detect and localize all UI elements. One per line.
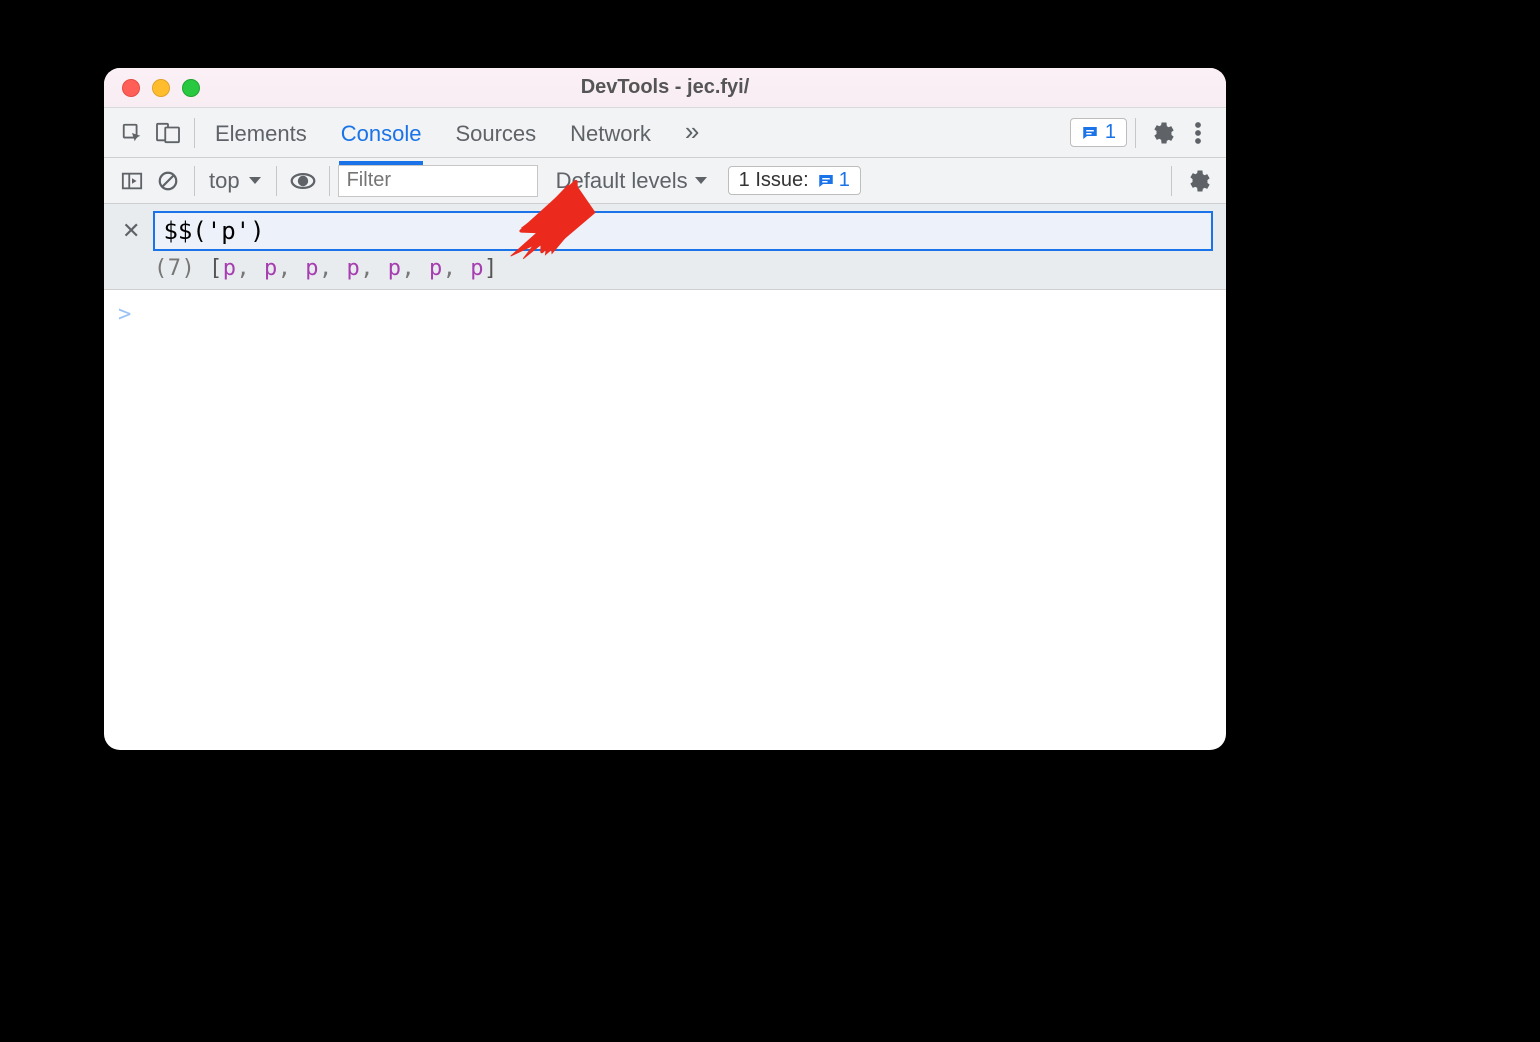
close-icon[interactable]: ✕ [118,220,144,242]
toggle-sidebar-icon[interactable] [114,163,150,199]
tab-console[interactable]: Console [339,111,424,155]
clear-console-icon[interactable] [150,163,186,199]
divider [276,166,277,196]
chevron-down-icon [694,176,708,186]
message-icon [817,172,835,190]
execution-context-selector[interactable]: top [203,168,268,194]
log-levels-selector[interactable]: Default levels [556,168,708,194]
settings-icon[interactable] [1144,115,1180,151]
levels-label: Default levels [556,168,688,194]
main-toolbar: Elements Console Sources Network » 1 [104,108,1226,158]
live-expression-result: (7) [p, p, p, p, p, p, p] [154,256,1212,281]
live-expression-row: ✕ (7) [p, p, p, p, p, p, p] [104,204,1226,290]
messages-badge[interactable]: 1 [1070,118,1127,147]
tab-network[interactable]: Network [568,111,653,155]
devtools-window: DevTools - jec.fyi/ Elements Console Sou… [104,68,1226,750]
result-element[interactable]: p [264,256,278,281]
console-prompt[interactable]: > [104,290,1226,339]
divider [194,166,195,196]
result-element[interactable]: p [347,256,361,281]
issues-count: 1 [839,169,850,192]
divider [329,166,330,196]
messages-count: 1 [1105,121,1116,144]
message-icon [1081,124,1099,142]
live-expression-icon[interactable] [285,163,321,199]
tab-elements[interactable]: Elements [213,111,309,155]
prompt-caret-icon: > [118,302,131,327]
divider [1171,166,1172,196]
result-element[interactable]: p [223,256,237,281]
inspect-element-icon[interactable] [114,115,150,151]
context-label: top [209,168,240,194]
device-toolbar-icon[interactable] [150,115,186,151]
console-settings-icon[interactable] [1180,163,1216,199]
result-count: (7) [154,256,195,281]
filter-input[interactable] [338,165,538,197]
live-expression-input[interactable] [154,212,1212,250]
more-menu-icon[interactable] [1180,115,1216,151]
panel-tabs: Elements Console Sources Network » [213,111,701,155]
result-element[interactable]: p [470,256,484,281]
issues-label: 1 Issue: [739,169,809,192]
issues-button[interactable]: 1 Issue: 1 [728,166,861,195]
divider [1135,118,1136,148]
result-element[interactable]: p [429,256,443,281]
result-element[interactable]: p [388,256,402,281]
tab-sources[interactable]: Sources [453,111,538,155]
more-tabs-icon[interactable]: » [683,111,701,155]
window-title: DevTools - jec.fyi/ [104,76,1226,99]
result-element[interactable]: p [305,256,319,281]
title-bar: DevTools - jec.fyi/ [104,68,1226,108]
console-toolbar: top Default levels 1 Issue: 1 [104,158,1226,204]
chevron-down-icon [248,176,262,186]
divider [194,118,195,148]
